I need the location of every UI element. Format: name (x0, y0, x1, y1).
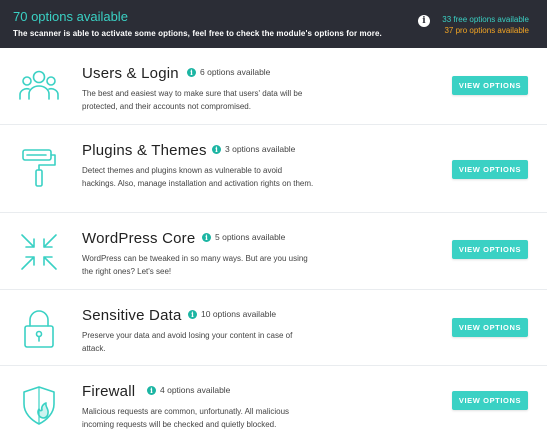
padlock-icon (18, 308, 60, 350)
view-options-button[interactable]: VIEW OPTIONS (452, 318, 528, 337)
module-description: The best and easiest way to make sure th… (82, 89, 303, 111)
view-options-button[interactable]: VIEW OPTIONS (452, 391, 528, 410)
module-title: WordPress Core (82, 230, 196, 247)
scanner-description: The scanner is able to activate some opt… (13, 29, 382, 38)
view-options-button[interactable]: VIEW OPTIONS (452, 240, 528, 259)
module-description: Preserve your data and avoid losing your… (82, 331, 293, 353)
compress-arrows-icon (18, 231, 60, 273)
module-list: Users & Login i 6 options available The … (0, 48, 547, 432)
summary-header: 70 options available The scanner is able… (0, 0, 547, 48)
options-badge: i 3 options available (212, 144, 295, 154)
module-row-plugins-themes: Plugins & Themes i 3 options available D… (0, 125, 547, 213)
options-count: 4 options available (160, 385, 231, 395)
info-icon: i (188, 309, 197, 319)
users-icon (18, 66, 60, 108)
shield-fire-icon (18, 384, 60, 426)
module-row-wordpress-core: WordPress Core i 5 options available Wor… (0, 213, 547, 290)
module-title: Plugins & Themes (82, 142, 207, 159)
free-options-count: 33 free options available (442, 15, 529, 24)
module-row-users-login: Users & Login i 6 options available The … (0, 48, 547, 125)
info-icon: i (187, 67, 196, 77)
paint-roller-icon (18, 147, 60, 189)
module-title: Firewall (82, 383, 136, 400)
info-icon: i (147, 385, 156, 395)
options-badge: i 10 options available (188, 309, 276, 319)
options-count: 5 options available (215, 232, 286, 242)
options-badge: i 5 options available (202, 232, 285, 242)
module-title: Sensitive Data (82, 307, 182, 324)
module-description: WordPress can be tweaked in so many ways… (82, 254, 308, 276)
module-description: Detect themes and plugins known as vulne… (82, 166, 314, 188)
options-count: 6 options available (200, 67, 271, 77)
options-count: 3 options available (225, 144, 296, 154)
module-row-sensitive-data: Sensitive Data i 10 options available Pr… (0, 290, 547, 366)
info-icon: i (418, 15, 430, 27)
module-title: Users & Login (82, 65, 179, 82)
options-count: 10 options available (201, 309, 277, 319)
options-count-title: 70 options available (13, 9, 128, 24)
view-options-button[interactable]: VIEW OPTIONS (452, 160, 528, 179)
module-row-firewall: Firewall i 4 options available Malicious… (0, 366, 547, 432)
info-icon: i (212, 144, 221, 154)
options-badge: i 6 options available (187, 67, 270, 77)
view-options-button[interactable]: VIEW OPTIONS (452, 76, 528, 95)
pro-options-count: 37 pro options available (444, 26, 529, 35)
options-badge: i 4 options available (147, 385, 230, 395)
info-icon: i (202, 232, 211, 242)
module-description: Malicious requests are common, unfortuna… (82, 407, 290, 429)
